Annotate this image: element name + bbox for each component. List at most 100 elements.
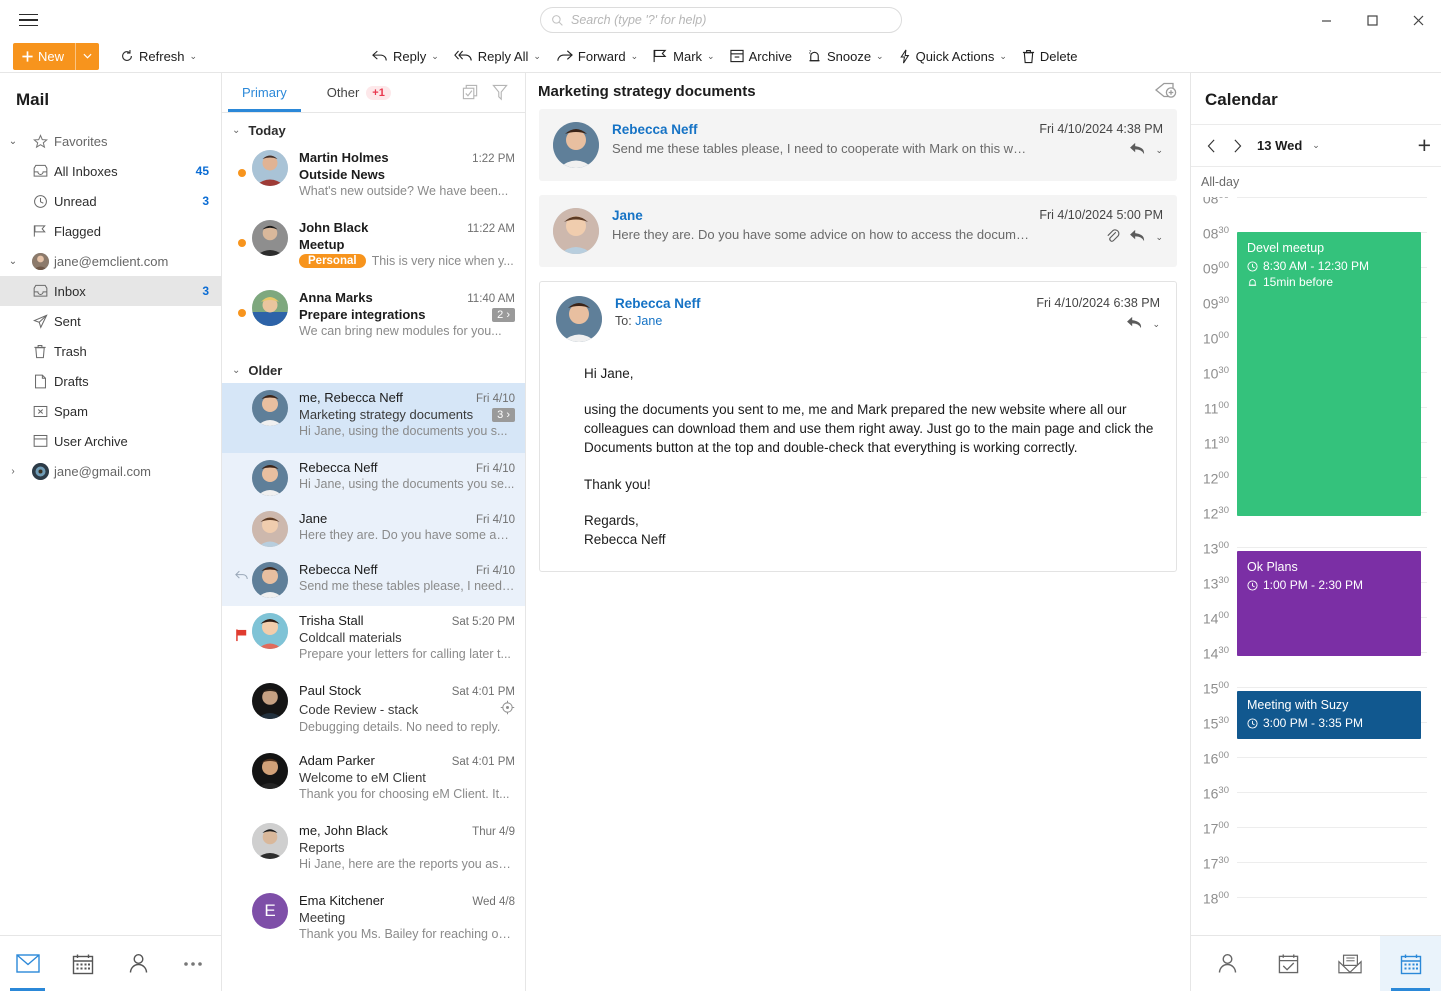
nav-contacts[interactable] <box>1197 936 1258 991</box>
list-item-category-tag[interactable]: Personal <box>299 254 366 268</box>
nav-calendar[interactable] <box>55 936 110 991</box>
sidebar-item-inbox[interactable]: Inbox 3 <box>0 276 221 306</box>
group-header-older[interactable]: ⌄ Older <box>222 357 525 383</box>
mark-button[interactable]: Mark ⌄ <box>646 43 721 70</box>
calendar-date-caret-icon[interactable]: ⌄ <box>1312 140 1320 151</box>
sidebar-item-all-inboxes[interactable]: All Inboxes 45 <box>0 156 221 186</box>
nav-calendar[interactable] <box>1380 936 1441 991</box>
calendar-event[interactable]: Ok Plans 1:00 PM - 2:30 PM <box>1237 551 1421 656</box>
tab-primary[interactable]: Primary <box>222 73 307 112</box>
list-item[interactable]: me, Rebecca Neff Fri 4/10 Marketing stra… <box>222 383 525 453</box>
reply-all-button[interactable]: Reply All ⌄ <box>447 43 548 70</box>
message-list-scroll[interactable]: ⌄ Today Martin Holmes 1:22 PM Out <box>222 113 525 991</box>
sidebar-item-sent[interactable]: Sent <box>0 306 221 336</box>
sidebar-item-account-gmail[interactable]: › jane@gmail.com <box>0 456 221 486</box>
nav-mail[interactable] <box>0 936 55 991</box>
sidebar-item-user-archive[interactable]: User Archive <box>0 426 221 456</box>
privacy-shield-icon[interactable] <box>1154 80 1176 103</box>
sidebar-item-spam[interactable]: Spam <box>0 396 221 426</box>
list-item[interactable]: Martin Holmes 1:22 PM Outside News What'… <box>222 143 525 213</box>
calendar-date-label[interactable]: 13 Wed <box>1257 138 1302 153</box>
nav-mail[interactable] <box>1319 936 1380 991</box>
list-item[interactable]: Adam Parker Sat 4:01 PM Welcome to eM Cl… <box>222 746 525 816</box>
snooze-caret-icon[interactable]: ⌄ <box>876 51 884 62</box>
message-collapsed[interactable]: Jane Here they are. Do you have some adv… <box>539 195 1177 267</box>
group-header-today[interactable]: ⌄ Today <box>222 117 525 143</box>
sidebar-item-account-emclient[interactable]: ⌄ jane@emclient.com <box>0 246 221 276</box>
new-button[interactable]: New <box>13 43 99 70</box>
snooze-button[interactable]: z Snooze ⌄ <box>800 43 891 70</box>
mark-caret-icon[interactable]: ⌄ <box>707 51 715 62</box>
twisty-down-icon[interactable]: ⌄ <box>0 136 26 147</box>
calendar-add-event-button[interactable]: + <box>1418 134 1431 157</box>
nav-more[interactable] <box>166 936 221 991</box>
calendar-next-button[interactable] <box>1225 133 1249 159</box>
reply-icon[interactable] <box>1129 229 1146 245</box>
calendar-grid[interactable]: 0800 0830 0900 0930 1000 1030 1100 1130 … <box>1191 197 1441 935</box>
calendar-event[interactable]: Meeting with Suzy 3:00 PM - 3:35 PM <box>1237 691 1421 739</box>
flag-indicator-icon[interactable] <box>232 613 252 668</box>
recipient-link[interactable]: Jane <box>635 314 662 328</box>
reply-icon[interactable] <box>1129 142 1146 158</box>
twisty-down-icon[interactable]: ⌄ <box>232 125 240 136</box>
attachment-icon[interactable] <box>1105 228 1120 246</box>
message-collapsed[interactable]: Rebecca Neff Send me these tables please… <box>539 109 1177 181</box>
message-more-caret-icon[interactable]: ⌄ <box>1155 145 1163 156</box>
nav-tasks[interactable] <box>1258 936 1319 991</box>
list-item-content: Paul Stock Sat 4:01 PM Code Review - sta… <box>299 683 515 738</box>
nav-contacts[interactable] <box>111 936 166 991</box>
reply-button[interactable]: Reply ⌄ <box>365 43 446 70</box>
tab-other[interactable]: Other +1 <box>307 73 411 112</box>
reply-caret-icon[interactable]: ⌄ <box>431 51 439 62</box>
tracker-blocked-icon[interactable] <box>500 700 515 718</box>
twisty-right-icon[interactable]: › <box>0 466 26 477</box>
reply-all-caret-icon[interactable]: ⌄ <box>533 51 541 62</box>
message-sender[interactable]: Rebecca Neff <box>612 122 1029 137</box>
close-button[interactable] <box>1395 0 1441 40</box>
sidebar-item-favorites[interactable]: ⌄ Favorites <box>0 126 221 156</box>
sidebar-item-flagged[interactable]: Flagged <box>0 216 221 246</box>
twisty-down-icon[interactable]: ⌄ <box>232 365 240 376</box>
list-item[interactable]: Trisha Stall Sat 5:20 PM Coldcall materi… <box>222 606 525 676</box>
reading-scroll[interactable]: Rebecca Neff Send me these tables please… <box>526 109 1190 991</box>
list-item[interactable]: Anna Marks 11:40 AM Prepare integrations… <box>222 283 525 353</box>
list-item[interactable]: John Black 11:22 AM Meetup Personal This… <box>222 213 525 283</box>
avatar <box>553 208 599 254</box>
hamburger-menu-icon[interactable] <box>8 0 48 40</box>
list-item-preview: Thank you Ms. Bailey for reaching ou... <box>299 927 515 941</box>
list-item[interactable]: E Ema Kitchener Wed 4/8 Meeting Thank yo… <box>222 886 525 956</box>
sidebar-item-trash[interactable]: Trash <box>0 336 221 366</box>
maximize-button[interactable] <box>1349 0 1395 40</box>
list-item[interactable]: me, John Black Thur 4/9 Reports Hi Jane,… <box>222 816 525 886</box>
minimize-button[interactable] <box>1303 0 1349 40</box>
new-button-main[interactable]: New <box>13 43 75 70</box>
search-input[interactable]: Search (type '?' for help) <box>540 7 902 33</box>
select-all-icon[interactable] <box>457 80 483 106</box>
message-more-caret-icon[interactable]: ⌄ <box>1155 232 1163 243</box>
calendar-prev-button[interactable] <box>1199 133 1223 159</box>
reply-icon[interactable] <box>1126 316 1143 332</box>
list-item-thread-count[interactable]: 3 › <box>492 408 515 422</box>
sidebar-item-unread[interactable]: Unread 3 <box>0 186 221 216</box>
filter-icon[interactable] <box>487 80 513 106</box>
archive-button[interactable]: Archive <box>723 43 799 70</box>
calendar-event[interactable]: Devel meetup 8:30 AM - 12:30 PM 15min be… <box>1237 232 1421 516</box>
list-item-thread-count[interactable]: 2 › <box>492 308 515 322</box>
forward-caret-icon[interactable]: ⌄ <box>631 51 639 62</box>
quick-actions-caret-icon[interactable]: ⌄ <box>999 51 1007 62</box>
message-more-caret-icon[interactable]: ⌄ <box>1152 319 1160 330</box>
list-item[interactable]: Jane Fri 4/10 Here they are. Do you have… <box>222 504 525 555</box>
delete-button[interactable]: Delete <box>1015 43 1085 70</box>
refresh-caret-icon[interactable]: ⌄ <box>190 51 198 62</box>
forward-button[interactable]: Forward ⌄ <box>549 43 645 70</box>
twisty-down-icon[interactable]: ⌄ <box>0 256 26 267</box>
refresh-button[interactable]: Refresh ⌄ <box>113 43 204 70</box>
sidebar-item-drafts[interactable]: Drafts <box>0 366 221 396</box>
list-item[interactable]: Paul Stock Sat 4:01 PM Code Review - sta… <box>222 676 525 746</box>
list-item[interactable]: Rebecca Neff Fri 4/10 Send me these tabl… <box>222 555 525 606</box>
list-item[interactable]: Rebecca Neff Fri 4/10 Hi Jane, using the… <box>222 453 525 504</box>
message-sender[interactable]: Rebecca Neff <box>615 296 1026 311</box>
message-sender[interactable]: Jane <box>612 208 1029 223</box>
quick-actions-button[interactable]: Quick Actions ⌄ <box>892 43 1014 70</box>
new-button-dropdown[interactable] <box>76 43 99 70</box>
